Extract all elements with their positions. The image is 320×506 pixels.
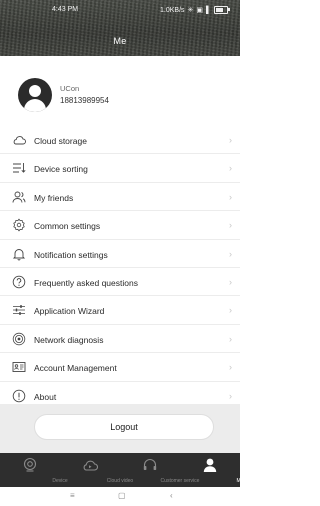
menu-item-application-wizard[interactable]: Application Wizard ›	[0, 296, 240, 325]
battery-icon	[214, 6, 230, 14]
menu-item-label: Application Wizard	[34, 306, 105, 317]
tab-cloud-video[interactable]: Cloud video	[60, 453, 133, 487]
menu-item-cloud-storage[interactable]: Cloud storage ›	[0, 126, 240, 155]
menu-nav-icon[interactable]: ≡	[70, 491, 75, 500]
chevron-right-icon: ›	[229, 276, 232, 287]
device-camera-icon	[23, 457, 37, 472]
menu-item-label: Cloud storage	[34, 136, 87, 146]
menu-item-label: Frequently asked questions	[34, 277, 138, 288]
chevron-right-icon: ›	[229, 191, 232, 202]
bell-icon	[12, 248, 26, 260]
menu-item-label: Common settings	[34, 221, 101, 232]
status-bar: 4:43 PM 1.0KB/s ✳ ▣ ▌	[0, 0, 240, 18]
home-nav-icon[interactable]: ▢	[118, 491, 126, 500]
profile-card[interactable]: UCon 18813989954	[0, 72, 240, 120]
signal-icon: ▌	[206, 6, 211, 14]
header: 4:43 PM 1.0KB/s ✳ ▣ ▌ Me	[0, 0, 240, 56]
menu-item-network-diagnosis[interactable]: Network diagnosis ›	[0, 324, 240, 354]
menu-item-notification-settings[interactable]: Notification settings ›	[0, 239, 240, 268]
menu-item-label: Network diagnosis	[34, 334, 104, 345]
account-card-icon	[12, 362, 26, 373]
gear-icon	[13, 218, 25, 232]
page-title: Me	[113, 36, 127, 46]
bluetooth-icon: ✳	[187, 7, 194, 14]
settings-menu: Cloud storage › Device sorting › My frie…	[0, 126, 240, 410]
menu-item-device-sorting[interactable]: Device sorting ›	[0, 154, 240, 183]
status-icons: 1.0KB/s ✳ ▣ ▌	[160, 6, 230, 14]
cloud-icon	[13, 136, 26, 145]
tab-me[interactable]: Me	[180, 453, 243, 487]
chevron-right-icon: ›	[229, 135, 232, 145]
menu-item-my-friends[interactable]: My friends ›	[0, 182, 240, 212]
chevron-right-icon: ›	[229, 362, 232, 373]
menu-item-label: Account Management	[34, 363, 117, 374]
sort-icon	[13, 163, 26, 174]
avatar[interactable]	[18, 78, 52, 112]
menu-item-common-settings[interactable]: Common settings ›	[0, 211, 240, 240]
wifi-icon: ▣	[196, 7, 204, 14]
menu-item-faq[interactable]: Frequently asked questions ›	[0, 267, 240, 297]
tab-device[interactable]: Device	[0, 453, 68, 487]
profile-name: UCon	[60, 84, 80, 93]
logout-area: Logout	[0, 404, 240, 454]
friends-icon	[12, 191, 26, 203]
chevron-right-icon: ›	[229, 305, 232, 316]
headset-icon	[143, 459, 157, 470]
sliders-icon	[13, 305, 25, 316]
system-nav-bar: ≡ ▢ ‹	[0, 487, 240, 506]
cloud-video-icon	[83, 460, 98, 471]
network-speed: 1.0KB/s	[160, 6, 185, 14]
chevron-right-icon: ›	[229, 248, 232, 259]
logout-button[interactable]: Logout	[34, 414, 214, 440]
menu-item-label: Device sorting	[34, 164, 88, 175]
menu-item-label: About	[34, 391, 57, 402]
tab-label: Me	[236, 478, 244, 484]
chevron-right-icon: ›	[229, 390, 232, 401]
status-time: 4:43 PM	[52, 6, 79, 13]
profile-phone: 18813989954	[60, 96, 109, 105]
info-icon	[12, 389, 26, 402]
menu-item-label: My friends	[34, 192, 74, 203]
menu-item-label: Notification settings	[34, 249, 108, 260]
chevron-right-icon: ›	[229, 220, 232, 231]
chevron-right-icon: ›	[229, 333, 232, 344]
person-icon	[203, 458, 217, 472]
bottom-tab-bar: Device Cloud video Customer service Me	[0, 453, 243, 487]
menu-item-account-management[interactable]: Account Management ›	[0, 353, 240, 382]
question-icon	[12, 275, 26, 289]
network-icon	[12, 332, 26, 345]
tab-customer-service[interactable]: Customer service	[120, 453, 199, 487]
chevron-right-icon: ›	[229, 163, 232, 174]
back-nav-icon[interactable]: ‹	[170, 491, 173, 500]
